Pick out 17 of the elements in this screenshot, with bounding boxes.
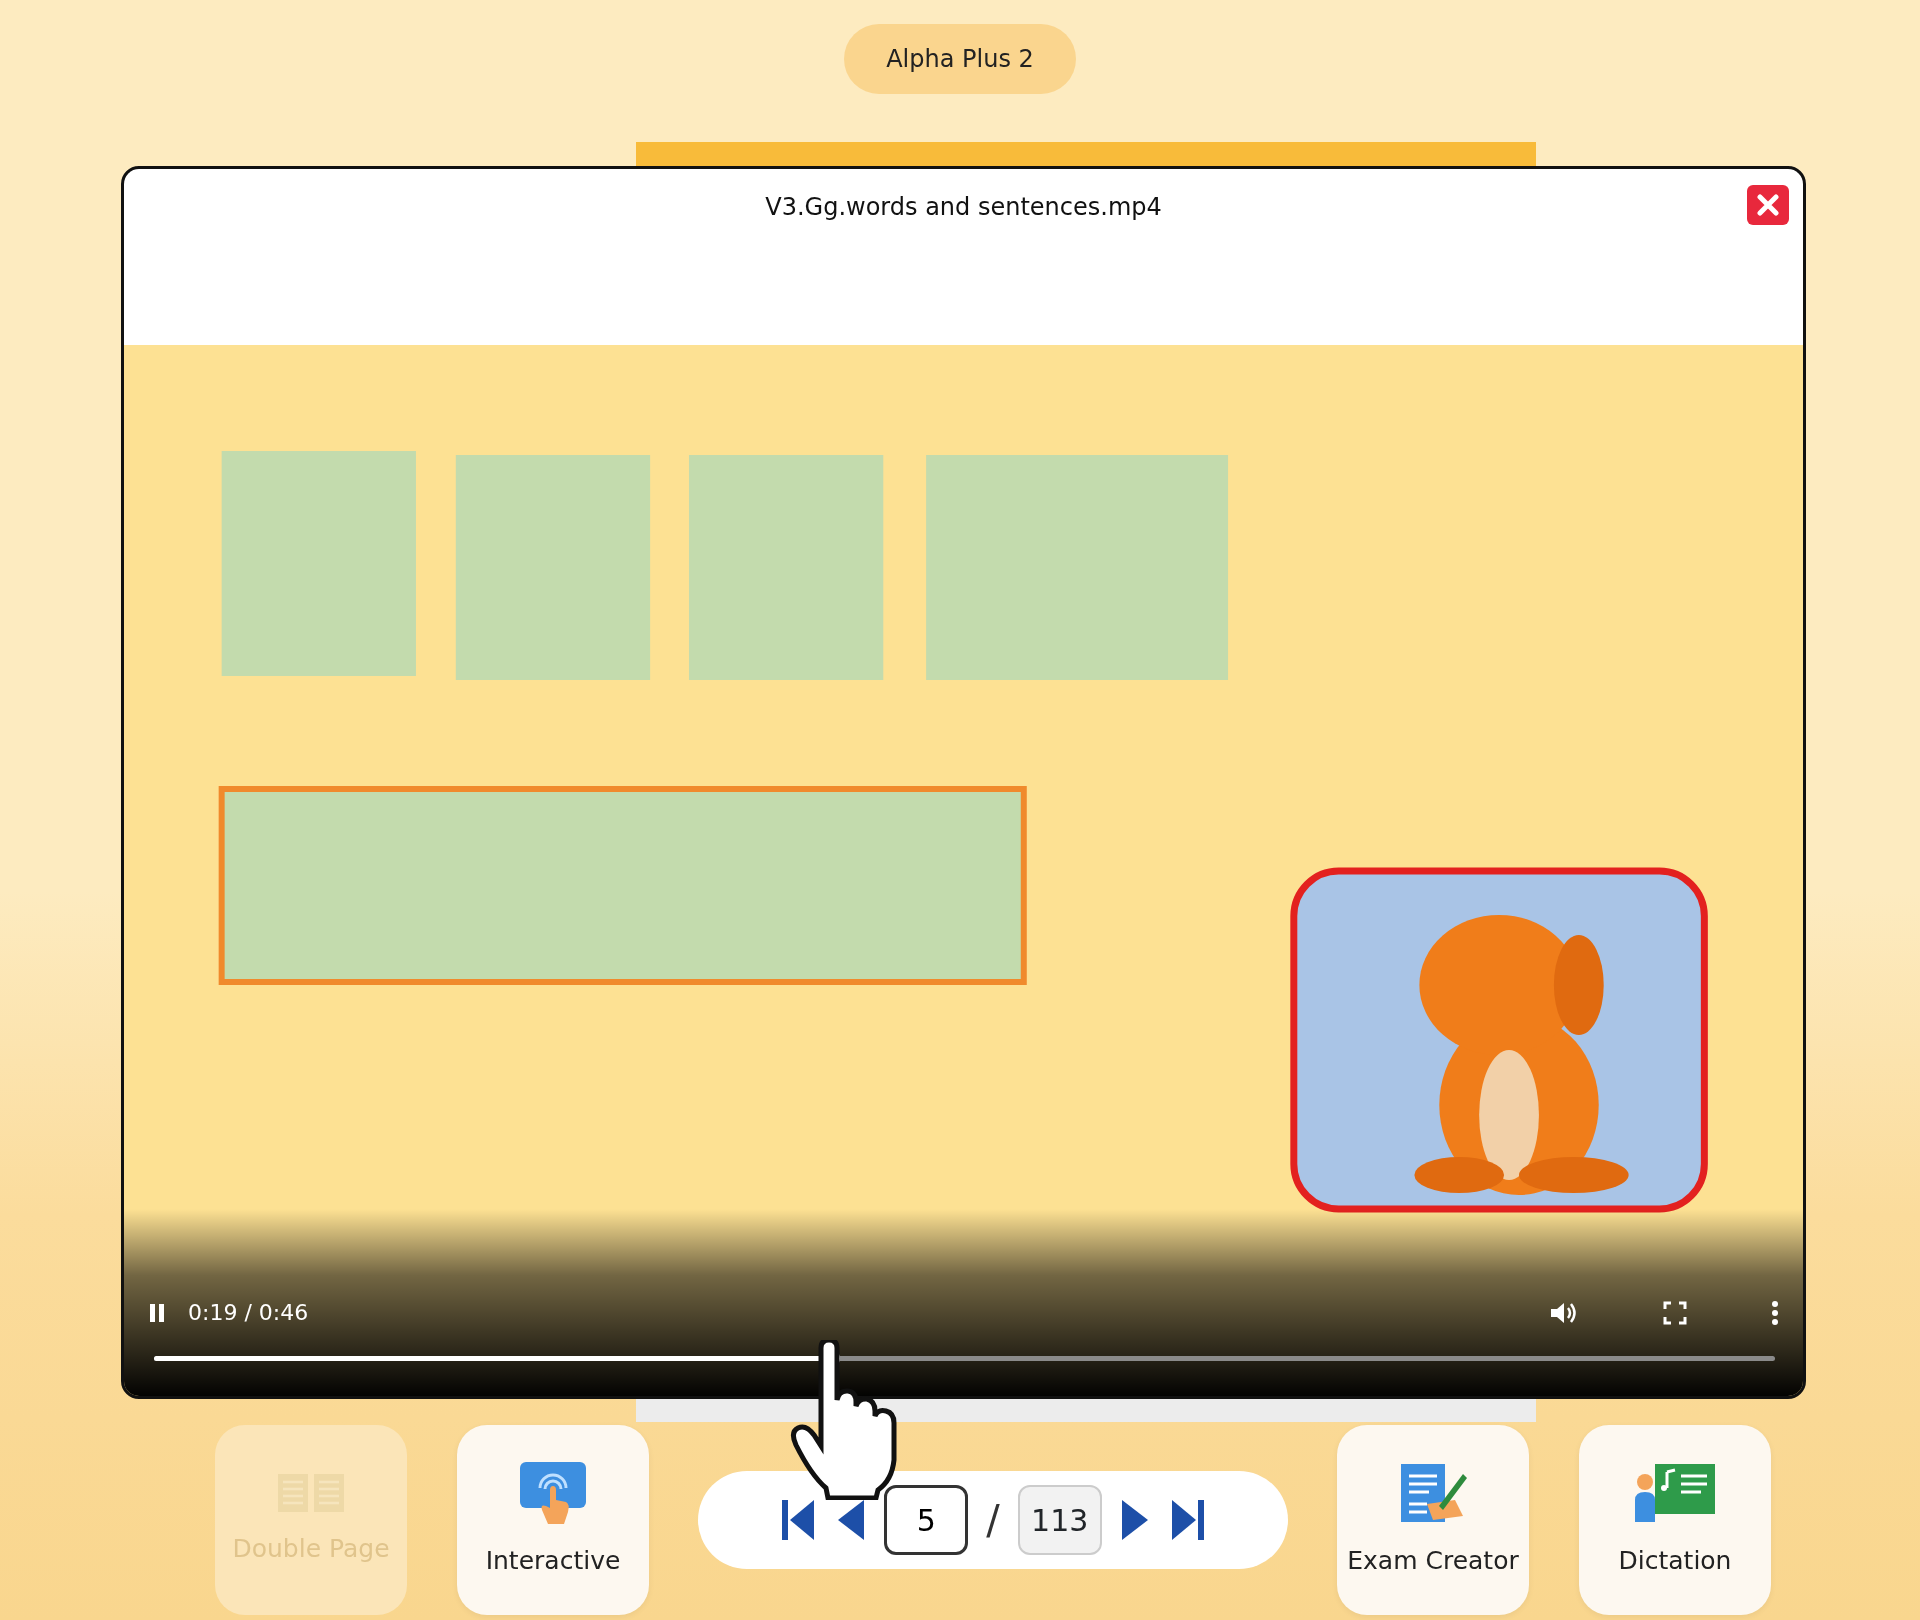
page-input[interactable]: 5 [884,1485,969,1555]
interactive-button[interactable]: Interactive [457,1425,649,1615]
page-separator: / [986,1496,1000,1545]
progress-bar[interactable] [154,1356,1775,1361]
first-page-button[interactable] [780,1498,817,1542]
book-title: Alpha Plus 2 [844,24,1076,94]
total-pages: 113 [1017,1485,1102,1555]
close-button[interactable] [1747,185,1789,225]
video-title: V3.Gg.words and sentences.mp4 [765,192,1162,223]
exam-creator-button[interactable]: Exam Creator [1337,1425,1529,1615]
close-icon [1757,194,1779,216]
time-display: 0:19 / 0:46 [188,1299,309,1327]
dictation-button[interactable]: Dictation [1579,1425,1771,1615]
interactive-icon [518,1460,588,1527]
last-page-button[interactable] [1169,1498,1206,1542]
fullscreen-button[interactable] [1663,1300,1687,1325]
more-button[interactable] [1771,1299,1779,1326]
